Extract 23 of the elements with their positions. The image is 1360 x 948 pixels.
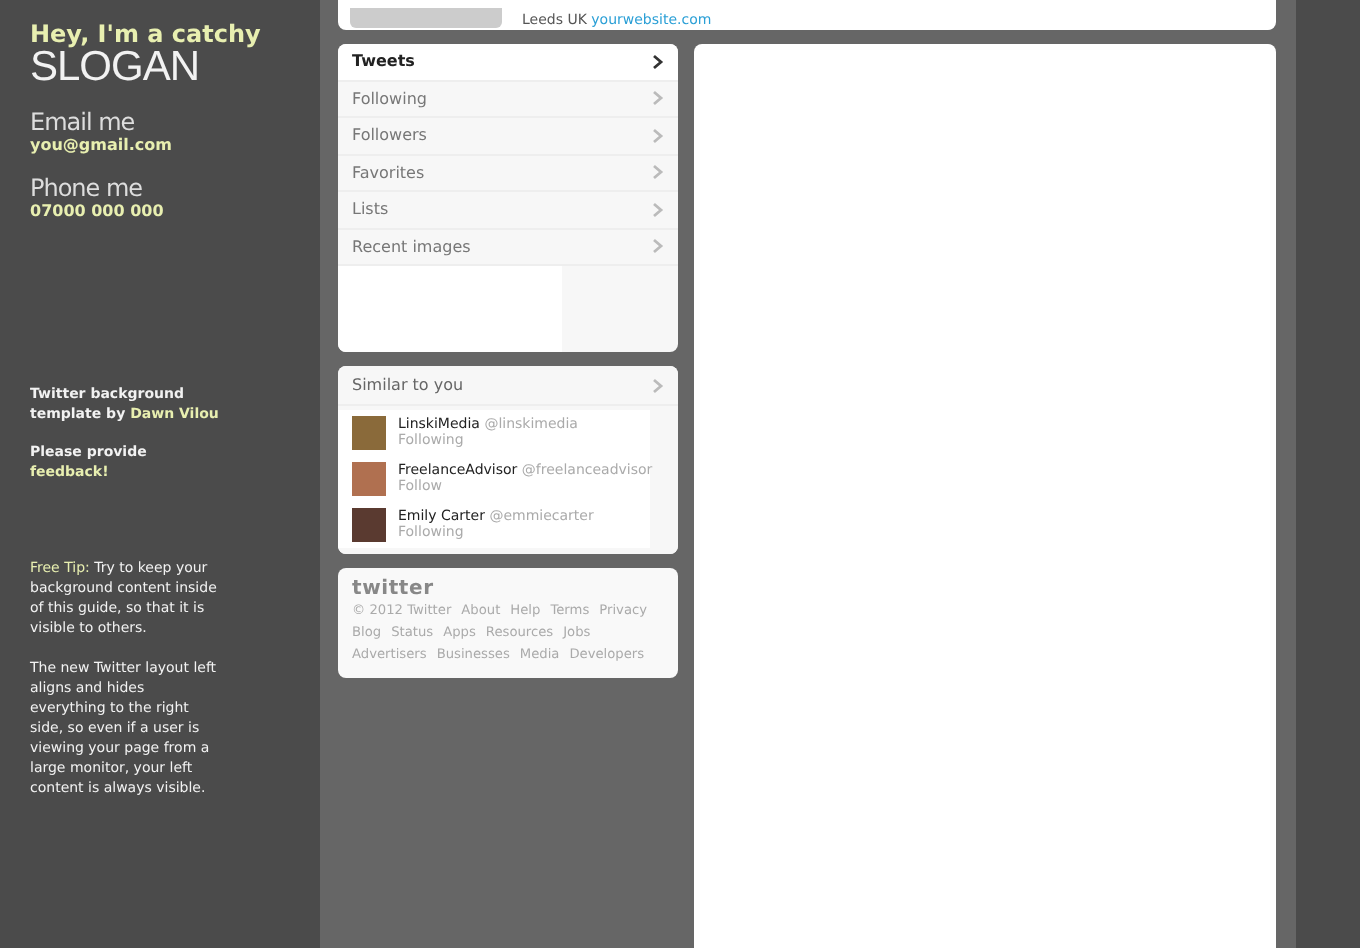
similar-heading[interactable]: Similar to you: [338, 366, 678, 406]
avatar-placeholder: [352, 508, 386, 542]
nav-item[interactable]: Favorites: [338, 155, 678, 192]
contact-label: Email me: [30, 108, 137, 136]
chevron-icon: [652, 90, 664, 107]
chevron-icon: [652, 53, 664, 70]
avatar-placeholder: [352, 462, 386, 496]
nav-item[interactable]: Following: [338, 81, 678, 118]
slogan-heading: Hey, I'm a catchy: [30, 20, 263, 48]
contact-label: Phone me: [30, 174, 145, 202]
nav-item[interactable]: Tweets: [338, 44, 678, 81]
similar-title: Similar to you: [352, 376, 464, 394]
contact-value: 07000 000 000: [30, 202, 166, 220]
contact-value: you@gmail.com: [30, 136, 174, 154]
avatar-placeholder: [352, 416, 386, 450]
nav-item[interactable]: Recent images: [338, 229, 678, 266]
chevron-icon: [652, 201, 664, 218]
slogan-title: SLOGAN: [30, 48, 200, 88]
chevron-icon: [652, 127, 664, 144]
chevron-icon: [652, 238, 664, 255]
chevron-icon: [652, 377, 664, 393]
chevron-icon: [652, 164, 664, 181]
twitter-logo: twitter: [352, 578, 436, 600]
